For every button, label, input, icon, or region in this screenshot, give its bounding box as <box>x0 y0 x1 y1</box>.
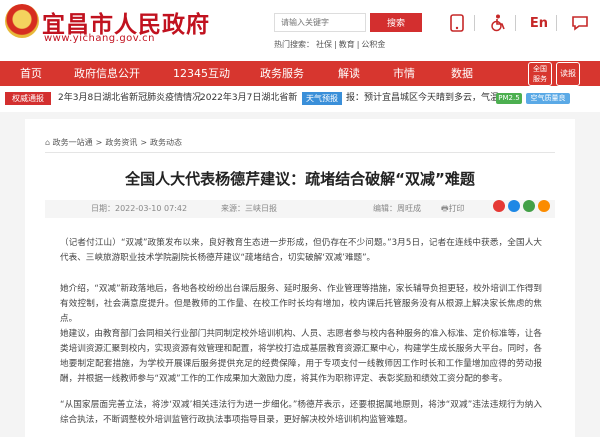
search-button[interactable]: 搜索 <box>370 13 422 32</box>
tablet-icon[interactable] <box>446 12 468 34</box>
nav-item-info-disclosure[interactable]: 政府信息公开 <box>74 61 140 86</box>
ticker-news-item[interactable]: 2年3月8日湖北省新冠肺炎疫情情况 <box>58 92 201 105</box>
nav-item-gov-services[interactable]: 政务服务 <box>260 61 304 86</box>
article-title: 全国人大代表杨德芹建议：疏堵结合破解“双减”难题 <box>125 170 475 188</box>
divider <box>45 152 555 153</box>
article-paragraph: “从国家层面完善立法，将涉‘双减’相关违法行为进一步细化。”杨德芹表示，还要根据… <box>60 400 542 425</box>
nav-item-12345[interactable]: 12345互动 <box>173 61 230 86</box>
pm25-badge: PM2.5 <box>496 93 522 104</box>
article-meta: 日期：2022-03-10 07:42 来源：三峡日报 编辑：周旺成 🖶打印 <box>45 200 555 218</box>
wheelchair-icon[interactable] <box>487 12 509 34</box>
article-source: 来源：三峡日报 <box>221 204 277 213</box>
nav-badge-read[interactable]: 读报 <box>556 62 580 86</box>
search-input[interactable] <box>274 13 366 32</box>
article-editor: 编辑：周旺成 <box>373 204 421 213</box>
weather-forecast-tag: 天气预报 <box>302 92 342 105</box>
hot-words-label: 热门搜索： <box>274 40 314 49</box>
breadcrumb-item[interactable]: 政务一站通 <box>53 138 93 147</box>
share-more-icon[interactable] <box>538 200 550 212</box>
hot-word-link[interactable]: 教育 <box>339 40 355 49</box>
hot-word-link[interactable]: 公积金 <box>361 40 385 49</box>
hot-words: 热门搜索： 社保 | 教育 | 公积金 <box>274 40 386 49</box>
breadcrumb-item[interactable]: 政务动态 <box>150 138 182 147</box>
nav-item-interpretation[interactable]: 解读 <box>338 61 360 86</box>
nav-badge-national-service[interactable]: 全国 服务 <box>528 62 552 86</box>
article-paragraph: 她介绍，“双减”新政落地后，各地各校纷纷出台课后服务、延时服务、作业管理等措施，… <box>60 284 542 324</box>
site-header: 宜昌市人民政府 www.yichang.gov.cn 搜索 热门搜索：社保|教育… <box>0 0 600 54</box>
share-qzone-icon[interactable] <box>508 200 520 212</box>
english-icon[interactable]: En <box>528 12 550 34</box>
nav-item-city-info[interactable]: 市情 <box>393 61 415 86</box>
chat-icon[interactable] <box>569 12 591 34</box>
authority-bulletin-tag: 权威通报 <box>5 92 51 105</box>
hot-word-link[interactable]: 社保 <box>316 40 332 49</box>
print-button[interactable]: 🖶打印 <box>441 200 465 218</box>
article-paragraph: 她建议，由教育部门会同相关行业部门共同制定校外培训机构、人员、志愿者参与校内各种… <box>60 329 542 384</box>
nav-item-home[interactable]: 首页 <box>20 61 42 86</box>
main-nav: 首页 政府信息公开 12345互动 政务服务 解读 市情 数据 <box>0 61 600 86</box>
aqi-badge: 空气质量良 <box>526 93 570 104</box>
share-weibo-icon[interactable] <box>493 200 505 212</box>
ticker-news-item[interactable]: 2022年3月7日湖北省新 <box>200 92 297 105</box>
article-panel <box>25 119 575 437</box>
article-date: 日期：2022-03-10 07:42 <box>91 204 188 213</box>
nav-item-data[interactable]: 数据 <box>451 61 473 86</box>
site-url: www.yichang.gov.cn <box>44 33 155 44</box>
weather-text: 报：预计宜昌城区今天晴到多云，气温 <box>346 93 500 103</box>
national-emblem-icon[interactable] <box>5 4 39 38</box>
share-wechat-icon[interactable] <box>523 200 535 212</box>
news-ticker: 权威通报 2年3月8日湖北省新冠肺炎疫情情况 2022年3月7日湖北省新 天气预… <box>0 92 600 105</box>
breadcrumb: ⌂ 政务一站通 > 政务资讯 > 政务动态 <box>45 138 183 147</box>
header-icon-bar: En <box>446 12 600 34</box>
article-paragraph: （记者付江山）“双减”政策发布以来，良好教育生态进一步形成，但仍存在不少问题。”… <box>60 238 542 263</box>
breadcrumb-item[interactable]: 政务资讯 <box>105 138 137 147</box>
